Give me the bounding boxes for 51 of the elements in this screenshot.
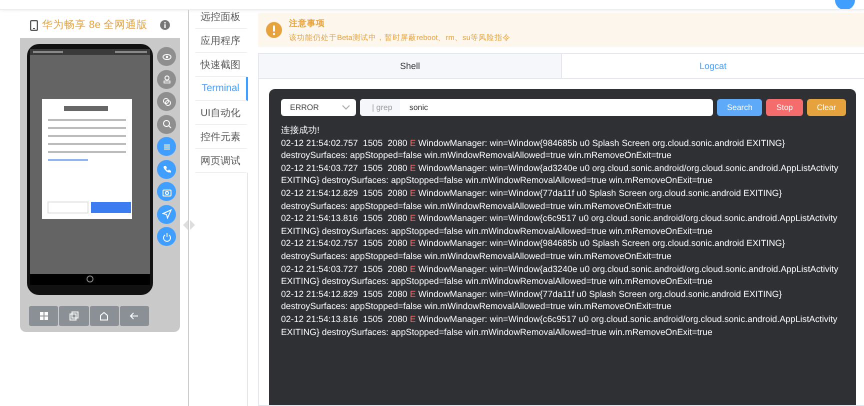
copy-icon bbox=[68, 311, 79, 321]
resize-handle-icon[interactable] bbox=[183, 219, 195, 231]
search-icon bbox=[162, 119, 172, 129]
nav-key-button[interactable] bbox=[29, 306, 58, 326]
tool-button[interactable] bbox=[157, 114, 176, 134]
log-line: 02-12 21:54:02.757 1505 2080 E WindowManager: win=Window{984685b u0 Splash Screen org.cloud.sonic.android EXITING} destroySurfaces: appStopped=false win.mWindowRemovalAllowed=true win.mRemoveOnExit=true bbox=[281, 237, 786, 263]
rings-icon bbox=[162, 96, 172, 106]
nav-item[interactable]: 网页调试 bbox=[195, 149, 248, 173]
nav-item[interactable]: UI自动化 bbox=[195, 101, 248, 125]
tab[interactable]: Shell bbox=[259, 54, 561, 78]
nav-key-button[interactable] bbox=[59, 306, 88, 326]
log-line: 02-12 21:54:03.727 1505 2080 E WindowManager: win=Window{ad3240e u0 org.cloud.sonic.android/org.cloud.sonic.android.AppListActivity EXITING} destroySurfaces: appStopped=false win.mWindowRemovalAllowed=true win.mRemoveOnExit=true bbox=[281, 162, 840, 187]
log-line: 02-12 21:54:13.816 1505 2080 E WindowManager: win=Window{c6c9517 u0 org.cloud.sonic.android/org.cloud.sonic.android.AppListActivity EXITING} destroySurfaces: appStopped=false win.mWindowRemovalAllowed=true win.mRemoveOnExit=true bbox=[281, 312, 838, 338]
camera-icon bbox=[162, 186, 172, 196]
person-icon bbox=[162, 74, 172, 84]
phone-icon bbox=[30, 20, 38, 30]
level-select[interactable]: ERROR bbox=[281, 99, 356, 116]
back-arrow-icon bbox=[129, 311, 140, 321]
nav-item[interactable]: 应用程序 bbox=[195, 29, 248, 53]
nav-item[interactable]: 远控面板 bbox=[195, 5, 248, 29]
alert-title: 注意事项 bbox=[289, 18, 326, 30]
log-line: 02-12 21:54:12.829 1505 2080 E WindowManager: win=Window{77da11f u0 Splash Screen org.cloud.sonic.android EXITING} destroySurfaces: appStopped=false win.mWindowRemovalAllowed=true win.mRemoveOnExit=true bbox=[281, 288, 783, 313]
eye-icon bbox=[162, 52, 172, 62]
chevron-icon bbox=[342, 105, 350, 110]
tool-button[interactable] bbox=[157, 182, 176, 201]
tool-button[interactable] bbox=[157, 92, 176, 111]
nav-key-button[interactable] bbox=[120, 306, 149, 326]
list-icon bbox=[162, 142, 172, 152]
status-line: 连接成功! bbox=[281, 124, 320, 137]
tool-button[interactable] bbox=[157, 160, 176, 178]
send-icon bbox=[162, 209, 172, 219]
log-line: 02-12 21:54:12.829 1505 2080 E WindowManager: win=Window{77da11f u0 Splash Screen org.cloud.sonic.android EXITING} destroySurfaces: appStopped=false win.mWindowRemovalAllowed=true win.mRemoveOnExit=true bbox=[281, 186, 783, 212]
tool-button[interactable] bbox=[157, 47, 176, 66]
nav-item[interactable]: 控件元素 bbox=[195, 125, 248, 149]
nav-item[interactable]: 快速截图 bbox=[195, 53, 248, 77]
grep-field[interactable]: | grep sonic bbox=[360, 99, 714, 116]
info-icon[interactable] bbox=[160, 20, 170, 30]
log-line: 02-12 21:54:13.816 1505 2080 E WindowManager: win=Window{c6c9517 u0 org.cloud.sonic.android/org.cloud.sonic.android.AppListActivity EXITING} destroySurfaces: appStopped=false win.mWindowRemovalAllowed=true win.mRemoveOnExit=true bbox=[281, 212, 838, 238]
tool-button[interactable] bbox=[157, 70, 176, 88]
log-line: 02-12 21:54:02.757 1505 2080 E WindowManager: win=Window{984685b u0 Splash Screen org.cloud.sonic.android EXITING} destroySurfaces: appStopped=false win.mWindowRemovalAllowed=true win.mRemoveOnExit=true bbox=[281, 136, 786, 162]
grid-icon bbox=[38, 311, 49, 321]
device-title: 华为畅享 8e 全网通版 bbox=[42, 18, 149, 32]
nav-key-button[interactable] bbox=[90, 306, 119, 326]
tool-button[interactable] bbox=[157, 204, 176, 224]
power-icon bbox=[162, 232, 172, 242]
phone-handset-icon bbox=[162, 164, 172, 174]
home-icon bbox=[99, 311, 110, 321]
tool-button[interactable] bbox=[157, 227, 176, 246]
warning-icon bbox=[266, 22, 282, 38]
log-line: 02-12 21:54:03.727 1505 2080 E WindowManager: win=Window{ad3240e u0 org.cloud.sonic.android/org.cloud.sonic.android.AppListActivity EXITING} destroySurfaces: appStopped=false win.mWindowRemovalAllowed=true win.mRemoveOnExit=true bbox=[281, 262, 840, 288]
tool-button[interactable] bbox=[157, 137, 176, 156]
